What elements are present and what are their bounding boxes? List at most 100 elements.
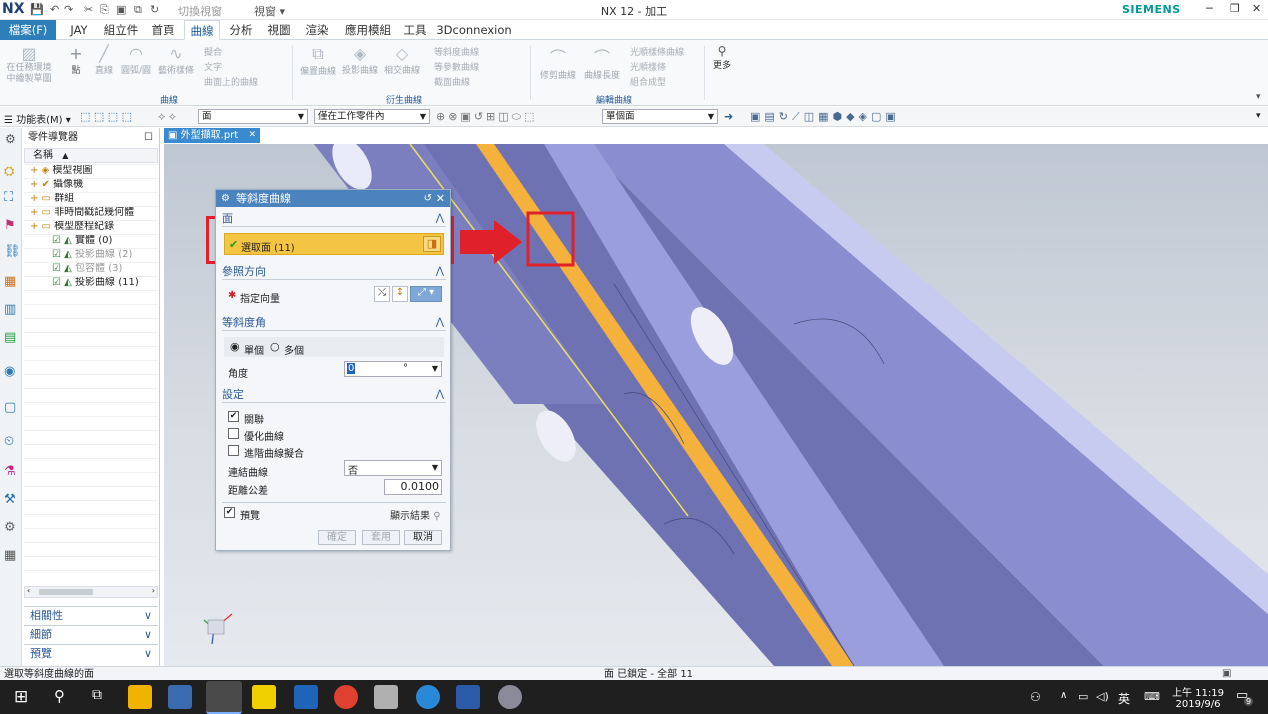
select-face-row[interactable]: ✔ 選取面 (11) ◨ [224, 233, 444, 255]
gear-icon[interactable]: ⚙ [5, 132, 16, 146]
distance-tolerance-input[interactable]: 0.0100 [384, 479, 442, 495]
chrome-icon[interactable] [334, 685, 358, 709]
panel-dependencies[interactable]: 相關性 ∨ [24, 606, 158, 624]
tree-item[interactable]: ☑ ◭ 投影曲線 (11) [24, 276, 158, 290]
manufacturing-wizards-icon[interactable]: ▢ [4, 400, 16, 415]
history-icon[interactable]: ⏲ [4, 434, 14, 449]
cancel-button[interactable]: 取消 [404, 530, 442, 545]
sketch-in-task-button[interactable]: ▨ 在任務環境中繪製草圖 [4, 44, 54, 85]
outlook-icon[interactable] [294, 685, 318, 709]
ref-direction-section-header[interactable]: 參照方向 ⋀ [222, 264, 446, 280]
radio-single[interactable]: ◉ [230, 340, 240, 353]
tab-applications[interactable]: 應用模組 [340, 20, 396, 40]
fullscreen-icon[interactable]: ▣ [1222, 667, 1231, 680]
reverse-direction-icon[interactable]: ⤯ [374, 286, 390, 302]
tab-assemblies[interactable]: 組立件 [100, 20, 142, 40]
close-icon[interactable]: ✕ [1252, 2, 1261, 15]
clock-time[interactable]: 上午 11:19 [1168, 684, 1228, 699]
assembly-navigator-icon[interactable]: ⛭ [4, 164, 14, 179]
more-button[interactable]: ⚲ 更多 [710, 44, 734, 71]
radio-multiple[interactable]: ○ [270, 340, 280, 353]
ok-button[interactable]: 確定 [318, 530, 356, 545]
chevron-right-icon[interactable]: › [152, 586, 155, 595]
settings-section-header[interactable]: 設定 ⋀ [222, 387, 446, 403]
constraint-navigator-icon[interactable]: ⛶ [4, 190, 13, 205]
people-icon[interactable]: ⚇ [1030, 690, 1041, 704]
inferred-vector-dropdown[interactable]: ⤢ ▾ [410, 286, 442, 302]
stepped-fit-checkbox[interactable] [228, 445, 239, 456]
scrollbar-thumb[interactable] [39, 589, 93, 595]
task-view-icon[interactable]: ⧉ [92, 687, 102, 703]
combine-shape-item[interactable]: 組合成型 [630, 75, 666, 88]
tab-jay[interactable]: JAY [64, 20, 94, 40]
file-explorer-icon[interactable] [128, 685, 152, 709]
project-curve-button[interactable]: ◈ 投影曲線 [342, 44, 378, 76]
hd3d-tools-icon[interactable]: ▦ [4, 274, 16, 289]
associative-checkbox[interactable]: ✔ [228, 411, 239, 422]
isocline-curve-item[interactable]: 等斜度曲線 [434, 45, 479, 58]
tree-item[interactable]: ☑ ◭ 包容體 (3) [24, 262, 158, 276]
tab-view[interactable]: 視圖 [264, 20, 294, 40]
tab-curve[interactable]: 曲線 [184, 20, 220, 40]
panel-details[interactable]: 細節 ∨ [24, 625, 158, 643]
type-filter-combo[interactable]: 面 ▼ [198, 109, 308, 124]
toolbar-more-icon[interactable]: ▾ [1256, 111, 1261, 121]
snap-icons[interactable]: ⟡ ⟡ [158, 110, 176, 124]
paint-icon[interactable] [374, 685, 398, 709]
ie-icon[interactable] [416, 685, 440, 709]
tree-item[interactable]: + ▭ 模型歷程紀錄 [24, 220, 158, 234]
apply-filter-icon[interactable]: ➜ [724, 110, 733, 123]
menu-button[interactable]: ☰ 功能表(M) ▾ [4, 111, 71, 126]
tab-render[interactable]: 渲染 [302, 20, 332, 40]
web-browser-icon[interactable]: ▥ [4, 302, 16, 317]
tab-tools[interactable]: 工具 [400, 20, 430, 40]
reports-icon[interactable]: ▦ [4, 548, 16, 563]
column-header-name[interactable]: 名稱 ▲ [24, 148, 158, 163]
close-tab-icon[interactable]: ✕ [248, 128, 256, 143]
face-rule-combo[interactable]: 單個面 ▼ [602, 109, 718, 124]
studio-spline-button[interactable]: ∿ 藝術樣條 [156, 44, 196, 76]
tab-3dconnexion[interactable]: 3Dconnexion [436, 20, 512, 40]
tree-item[interactable]: + ▭ 非時間戳記幾何體 [24, 206, 158, 220]
dialog-title-bar[interactable]: ⚙ 等斜度曲線 ↺ ✕ [216, 190, 450, 207]
face-selection-icon[interactable]: ◨ [423, 236, 441, 252]
document-tab[interactable]: ▣ 外型擷取.prt ✕ [164, 128, 260, 143]
point-button[interactable]: + 點 [64, 44, 88, 76]
preview-checkbox[interactable]: ✔ [224, 507, 235, 518]
process-studio-icon[interactable]: ◉ [4, 364, 15, 379]
chevron-left-icon[interactable]: ‹ [27, 586, 30, 595]
system-scenes-icon[interactable]: ⚙ [4, 520, 16, 535]
part-navigator-icon[interactable]: ⚑ [4, 218, 16, 233]
ime-mode-icon[interactable]: ⌨ [1144, 690, 1160, 703]
app-icon[interactable] [168, 685, 192, 709]
text-item[interactable]: 文字 [204, 60, 222, 73]
tray-chevron-icon[interactable]: ∧ [1060, 690, 1067, 701]
close-icon[interactable]: ✕ [436, 190, 445, 207]
angle-section-header[interactable]: 等斜度角 ⋀ [222, 315, 446, 331]
fit-curve-item[interactable]: 擬合 [204, 45, 222, 58]
ime-indicator[interactable]: 英 [1118, 690, 1130, 707]
minimize-icon[interactable]: ─ [1206, 2, 1213, 15]
tree-item[interactable]: ☑ ◭ 投影曲線 (2) [24, 248, 158, 262]
palettes-icon[interactable]: ▤ [4, 330, 16, 345]
view-tools-icons[interactable]: ▣▤↻⟋◫▦⬢◆◈▢▣ [750, 110, 900, 124]
intersection-curve-button[interactable]: ◇ 相交曲線 [384, 44, 420, 76]
system-materials-icon[interactable]: ⚗ [4, 464, 16, 479]
curve-length-button[interactable]: ⌒ 曲線長度 [582, 44, 622, 81]
optimize-curve-checkbox[interactable] [228, 428, 239, 439]
isoparametric-curve-item[interactable]: 等參數曲線 [434, 60, 479, 73]
app-icon[interactable] [498, 685, 522, 709]
battery-icon[interactable]: ▭ [1078, 690, 1088, 703]
apply-button[interactable]: 套用 [362, 530, 400, 545]
trim-curve-button[interactable]: ⌒ 修剪曲線 [538, 44, 578, 81]
vector-dialog-icon[interactable]: ↕ [392, 286, 408, 302]
tab-home[interactable]: 首頁 [148, 20, 178, 40]
tab-file[interactable]: 檔案(F) [0, 20, 56, 40]
clock-date[interactable]: 2019/9/6 [1168, 699, 1228, 710]
chevron-down-icon[interactable]: ▼ [432, 364, 438, 373]
volume-icon[interactable]: ◁) [1096, 690, 1109, 703]
panel-preview[interactable]: 預覽 ∨ [24, 644, 158, 662]
join-curves-select[interactable]: 否 ▼ [344, 460, 442, 477]
offset-curve-button[interactable]: ⧉ 偏置曲線 [300, 44, 336, 77]
tree-item[interactable]: + ▭ 群組 [24, 192, 158, 206]
